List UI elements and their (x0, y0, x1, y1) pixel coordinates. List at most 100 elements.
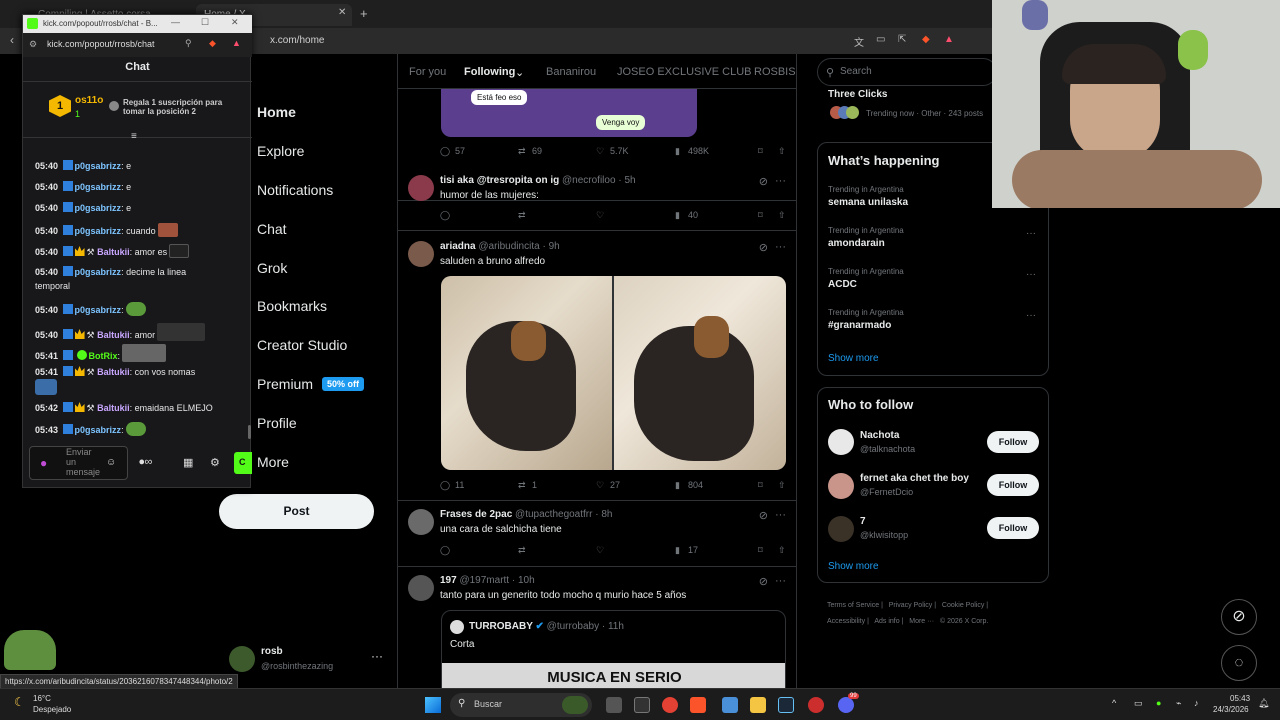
grok-icon[interactable]: ⊘ (759, 175, 768, 188)
store-icon[interactable]: ▦ (183, 456, 193, 469)
footer-link[interactable]: Accessibility (827, 618, 865, 625)
gift-promo[interactable]: Regala 1 suscripción para tomar la posic… (123, 98, 233, 116)
dog-photo[interactable] (614, 276, 786, 470)
cast-icon[interactable]: ▭ (876, 34, 885, 45)
footer-link[interactable]: More ··· (909, 618, 934, 625)
more-dots-icon[interactable]: ··· (775, 575, 786, 587)
send-chat-button[interactable]: C (234, 452, 252, 474)
share-icon[interactable]: ⇧ (778, 146, 786, 157)
maximize-icon[interactable]: ☐ (201, 17, 209, 28)
share-icon[interactable]: ⇧ (778, 545, 786, 556)
settings-gear-icon[interactable]: ⚙ (210, 456, 220, 469)
follow-button[interactable]: Follow (987, 474, 1039, 496)
tweet-author[interactable]: tisi aka @tresropita on ig @necrofiloo ·… (440, 175, 636, 186)
emote-picker-icon[interactable]: ☺ (106, 457, 116, 468)
dog-photo[interactable] (441, 276, 612, 470)
network-icon[interactable]: ⌁ (1176, 698, 1181, 709)
reply-icon[interactable]: ◯ (440, 146, 450, 157)
chat-input[interactable]: ● Enviar un mensaje ☺ (29, 446, 128, 480)
nav-premium[interactable]: Premium (257, 376, 313, 392)
messages-fab-icon[interactable]: ◌ (1221, 645, 1257, 681)
avatar[interactable] (408, 575, 434, 601)
nav-more[interactable]: More (257, 454, 289, 470)
views-icon[interactable]: ▮ (675, 146, 680, 157)
tab-joseo-exclusive-club[interactable]: JOSEO EXCLUSIVE CLUB (617, 66, 752, 78)
nav-chat[interactable]: Chat (257, 221, 287, 237)
tab-rosbisi[interactable]: ROSBISI (754, 66, 796, 78)
new-tab-icon[interactable]: + (360, 6, 368, 21)
bookmark-icon[interactable]: ⌑ (758, 545, 763, 556)
clock-date[interactable]: 24/3/2026 (1213, 705, 1249, 714)
microphone-icon[interactable]: ● (1156, 698, 1161, 708)
repost-icon[interactable]: ⇄ (518, 545, 526, 556)
more-dots-icon[interactable]: ··· (1026, 269, 1036, 280)
minimize-icon[interactable]: — (171, 17, 180, 27)
notifications-bell-icon[interactable]: 🔔︎ (1258, 698, 1269, 709)
account-switcher[interactable]: rosb @rosbinthezazing ··· (229, 643, 389, 679)
site-info-icon[interactable]: ⚙ (29, 39, 37, 50)
tweet[interactable]: Frases de 2pac @tupacthegoatfrr · 8h ···… (398, 501, 796, 567)
like-icon[interactable]: ♡ (596, 480, 604, 491)
tab-for-you[interactable]: For you (409, 66, 446, 78)
bookmark-icon[interactable]: ⌑ (758, 146, 763, 157)
brave-icon[interactable] (690, 697, 706, 713)
trend-item[interactable]: amondarain (828, 238, 885, 249)
tweet[interactable]: tisi aka @tresropita on ig @necrofiloo ·… (398, 167, 796, 231)
epic-games-icon[interactable] (634, 697, 650, 713)
follow-name[interactable]: fernet aka chet the boy (860, 473, 969, 484)
avatar[interactable] (408, 241, 434, 267)
pinned-filter-icon[interactable]: ≡ (131, 131, 137, 142)
nav-profile[interactable]: Profile (257, 415, 297, 431)
grok-icon[interactable]: ⊘ (759, 509, 768, 522)
follow-button[interactable]: Follow (987, 431, 1039, 453)
chevron-down-icon[interactable]: ⌄ (515, 66, 524, 79)
file-explorer-icon[interactable] (750, 697, 766, 713)
tweet-author[interactable]: Frases de 2pac @tupacthegoatfrr · 8h (440, 509, 613, 520)
footer-link[interactable]: Ads info (874, 618, 899, 625)
footer-link[interactable]: Terms of Service (827, 602, 879, 609)
bookmark-icon[interactable]: ⌑ (758, 480, 763, 491)
tray-chevron-icon[interactable]: ^ (1112, 698, 1116, 708)
calculator-icon[interactable] (722, 697, 738, 713)
translate-icon[interactable]: 文 (854, 34, 864, 49)
follow-name[interactable]: 7 (860, 516, 866, 527)
show-more-link[interactable]: Show more (828, 561, 879, 572)
avatar[interactable] (828, 429, 854, 455)
avatar[interactable] (828, 516, 854, 542)
app-icon[interactable] (808, 697, 824, 713)
zoom-icon[interactable]: ⚲ (185, 38, 192, 49)
weather-temp[interactable]: 16°C (33, 694, 51, 703)
follow-button[interactable]: Follow (987, 517, 1039, 539)
trend-name[interactable]: Three Clicks (828, 89, 887, 100)
quote-tweet[interactable]: TURROBABY ✔ @turrobaby · 11h Corta MUSIC… (441, 610, 786, 688)
brave-rewards-icon[interactable]: ▲ (944, 34, 954, 45)
tray-app-icon[interactable]: ▭ (1134, 698, 1143, 709)
nav-home[interactable]: Home (257, 104, 296, 120)
avatar[interactable] (408, 509, 434, 535)
search-input[interactable]: Search (817, 58, 997, 86)
volume-icon[interactable]: ♪ (1194, 698, 1199, 708)
tweet[interactable]: 197 @197martt · 10h ··· ⊘ tanto para un … (398, 567, 796, 688)
nav-notifications[interactable]: Notifications (257, 182, 333, 198)
tab-following[interactable]: Following (464, 66, 515, 78)
popup-url[interactable]: kick.com/popout/rrosb/chat (47, 39, 155, 49)
task-view-icon[interactable] (606, 697, 622, 713)
share-icon[interactable]: ⇧ (778, 210, 786, 221)
steam-icon[interactable] (778, 697, 794, 713)
footer-link[interactable]: Privacy Policy (889, 602, 933, 609)
clock-time[interactable]: 05:43 (1230, 694, 1250, 703)
share-icon[interactable]: ⇱ (898, 34, 906, 45)
nav-creator-studio[interactable]: Creator Studio (257, 337, 347, 353)
nav-bookmarks[interactable]: Bookmarks (257, 298, 327, 314)
avatar[interactable] (408, 175, 434, 201)
repost-icon[interactable]: ⇄ (518, 146, 526, 157)
weather-text[interactable]: Despejado (33, 705, 71, 714)
grok-icon[interactable]: ⊘ (759, 241, 768, 254)
show-more-link[interactable]: Show more (828, 353, 879, 364)
nav-grok[interactable]: Grok (257, 260, 287, 276)
repost-icon[interactable]: ⇄ (518, 210, 526, 221)
repost-icon[interactable]: ⇄ (518, 480, 526, 491)
brave-shield-icon[interactable]: ◆ (209, 38, 216, 49)
discord-icon[interactable] (838, 697, 854, 713)
scrollbar-thumb[interactable] (248, 425, 251, 439)
